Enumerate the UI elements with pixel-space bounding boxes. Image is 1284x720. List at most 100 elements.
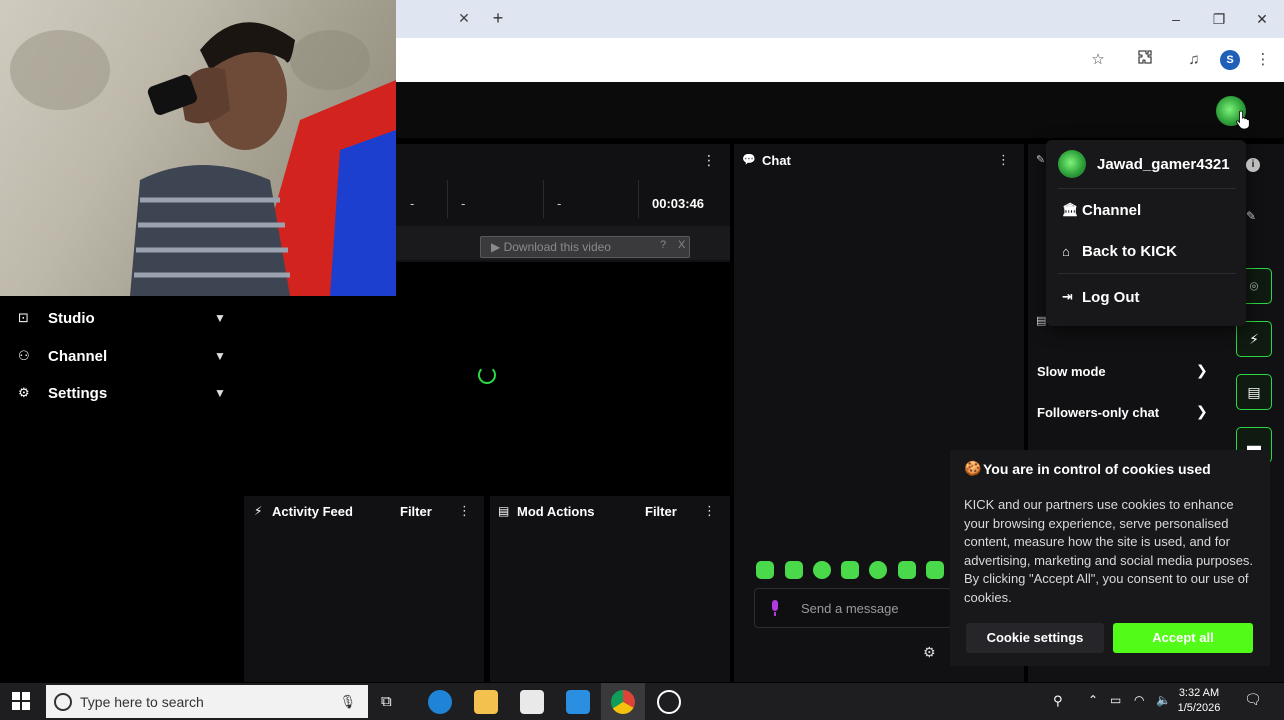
clock-time: 3:32 AM [1178,687,1220,699]
chrome-icon[interactable] [611,690,635,714]
emote-icon[interactable] [841,561,859,579]
lightning-icon: ⚡ [254,504,263,518]
bookmark-star-icon[interactable]: ☆ [1087,49,1109,71]
chat-bubble-icon: 💬 [742,154,756,166]
tab-close-icon[interactable]: ✕ [455,9,473,27]
mouse-pointer-icon [1236,110,1250,130]
dropdown-item-log-out[interactable]: ⇥ Log Out [1062,285,1139,309]
emote-icon[interactable] [813,561,831,579]
cookie-icon: 🍪 [964,460,982,476]
mod-actions-title: Mod Actions [517,504,595,519]
dropdown-item-channel[interactable]: 🏛 Channel [1062,198,1141,222]
browser-profile-avatar[interactable]: S [1220,50,1240,70]
gear-icon: ⚙ [18,385,30,400]
stat-value: - [461,196,466,211]
close-window-icon[interactable]: ✕ [1251,8,1273,30]
battery-icon[interactable]: ▭ [1110,693,1121,707]
video-panel-menu-icon[interactable]: ⋮ [702,152,716,170]
emote-icon[interactable] [785,561,803,579]
sidebar-item-label: Settings [48,384,108,402]
webcam-overlay [0,0,396,296]
stream-duration: 00:03:46 [652,196,705,211]
chevron-right-icon: ❯ [1196,362,1208,378]
dropdown-username: Jawad_gamer4321 [1097,156,1230,173]
dropdown-item-label: Back to KICK [1082,242,1178,260]
dropdown-divider [1058,188,1236,189]
media-control-icon[interactable]: ♫ [1183,49,1205,71]
sidebar-item-channel[interactable]: ⚇ Channel ▼ [18,341,228,371]
dropdown-avatar [1058,150,1086,178]
sidebar-item-settings[interactable]: ⚙ Settings ▼ [18,378,228,408]
address-bar[interactable] [396,44,1076,76]
cookie-banner-text: KICK and our partners use cookies to enh… [964,497,1254,605]
volume-icon[interactable]: 🔈 [1156,693,1171,707]
wifi-icon[interactable]: ◠ [1134,693,1144,707]
minimize-icon[interactable]: – [1165,8,1187,30]
new-tab-button[interactable]: + [488,8,508,28]
edge-browser-icon[interactable] [428,690,452,714]
accept-all-button[interactable]: Accept all [1113,623,1253,653]
download-video-button[interactable]: ▶ Download this video [480,236,690,258]
sidebar-item-label: Channel [48,347,108,365]
emote-icon[interactable] [926,561,944,579]
emote-icon[interactable] [898,561,916,579]
quick-action-button-lightning[interactable]: ⚡ [1236,321,1272,357]
windows-start-icon[interactable] [12,692,32,712]
video-player[interactable] [396,262,730,490]
stat-value: - [557,196,562,211]
chat-mode-icon: ▤ [1036,315,1047,327]
sidebar-item-studio[interactable]: ⊡ Studio ▼ [18,303,228,333]
chat-menu-icon[interactable]: ⋮ [997,152,1010,168]
file-explorer-icon[interactable] [474,690,498,714]
dropdown-item-label: Channel [1082,201,1142,219]
download-close-icon[interactable]: X [678,239,690,251]
extensions-icon[interactable] [1134,49,1156,71]
browser-menu-icon[interactable]: ⋮ [1252,49,1274,71]
microphone-icon[interactable]: 🎙 [339,694,356,710]
channel-building-icon: 🏛 [1062,202,1079,217]
home-icon: ⌂ [1062,243,1070,259]
task-view-icon[interactable]: ⧉ [381,693,392,710]
people-icon[interactable]: ⚲ [1053,693,1063,709]
stat-divider [447,180,448,218]
restore-icon[interactable]: ❐ [1208,8,1230,30]
activity-filter-button[interactable]: Filter [400,504,432,519]
dropdown-divider [1058,273,1236,274]
mod-filter-button[interactable]: Filter [645,504,677,519]
screen-recorder-icon[interactable] [657,690,681,714]
chevron-up-icon[interactable]: ⌃ [1088,693,1098,707]
emote-icon[interactable] [869,561,887,579]
taskbar-clock[interactable]: 3:32 AM 1/5/2026 [1176,686,1222,716]
channel-icon: ⚇ [18,348,30,363]
logout-icon: ⇥ [1062,289,1073,304]
chat-title: Chat [762,153,791,168]
notifications-icon[interactable]: 🗨 [1244,691,1262,708]
followers-only-item[interactable]: Followers-only chat [1037,405,1159,420]
pin-icon: ✎ [1036,154,1046,166]
microphone-icon[interactable] [769,600,781,616]
stat-divider [638,180,639,218]
mail-icon[interactable] [566,690,590,714]
download-help-icon[interactable]: ? [660,239,672,251]
taskbar-search-placeholder: Type here to search [80,693,204,710]
chat-settings-gear-icon[interactable]: ⚙ [923,644,936,661]
search-icon [54,692,72,711]
download-video-label: ▶ Download this video [491,240,611,254]
emote-icon[interactable] [756,561,774,579]
sidebar-item-label: Studio [48,309,95,327]
mod-actions-panel [490,496,730,682]
mod-menu-icon[interactable]: ⋮ [703,503,716,519]
activity-menu-icon[interactable]: ⋮ [458,503,471,519]
cookie-settings-button[interactable]: Cookie settings [966,623,1104,653]
chevron-down-icon: ▼ [214,386,226,400]
slow-mode-item[interactable]: Slow mode [1037,364,1106,379]
info-icon[interactable]: i [1246,158,1260,172]
store-icon[interactable] [520,690,544,714]
chat-input-placeholder: Send a message [801,601,899,616]
dropdown-item-back-to-kick[interactable]: ⌂ Back to KICK [1062,239,1177,263]
taskbar-search-box[interactable]: Type here to search 🎙 [46,685,368,718]
cookie-banner-title: You are in control of cookies used [983,461,1211,477]
quick-action-button-notes[interactable]: ▤ [1236,374,1272,410]
edit-pencil-icon[interactable]: ✎ [1246,209,1256,223]
mod-actions-icon: ▤ [498,504,510,518]
